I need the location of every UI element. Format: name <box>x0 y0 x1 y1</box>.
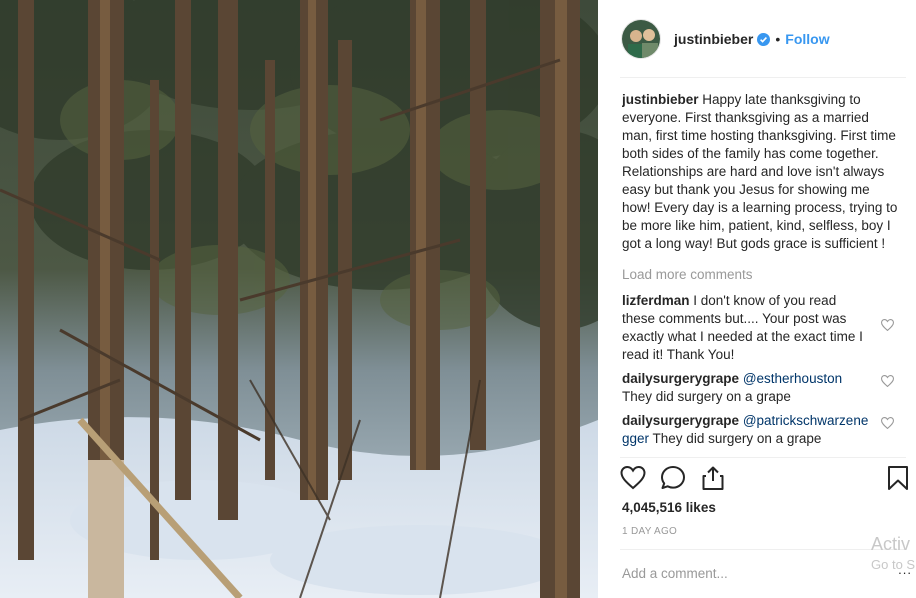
header-username[interactable]: justinbieber <box>674 31 753 47</box>
actions-divider <box>620 457 906 458</box>
comment-item: lizferdman I don't know of you read thes… <box>622 292 900 364</box>
add-comment-input[interactable] <box>622 566 862 581</box>
follow-button[interactable]: Follow <box>785 31 829 47</box>
watermark-line2: Go to S <box>871 557 916 572</box>
load-more-comments-button[interactable]: Load more comments <box>622 266 900 284</box>
caption-text: Happy late thanksgiving to everyone. Fir… <box>622 92 898 251</box>
post-actions <box>620 465 910 493</box>
comment-item: dailysurgerygrape @patrickschwarzenegger… <box>622 412 900 448</box>
post-caption: justinbieber Happy late thanksgiving to … <box>622 91 900 253</box>
avatar-image <box>622 20 660 58</box>
post-timestamp[interactable]: 1 DAY AGO <box>622 526 677 537</box>
heart-icon[interactable] <box>620 465 646 491</box>
comment-username[interactable]: dailysurgerygrape <box>622 413 739 428</box>
forest-image <box>0 0 598 598</box>
header-divider <box>620 77 906 78</box>
watermark-line1: Activ <box>871 534 911 554</box>
comment-like-icon[interactable] <box>880 318 895 332</box>
post-photo[interactable] <box>0 0 598 598</box>
add-comment-divider <box>620 549 906 550</box>
avatar[interactable] <box>621 19 661 59</box>
comment-mention[interactable]: @estherhouston <box>743 371 842 386</box>
bookmark-icon[interactable] <box>885 465 911 491</box>
comment-like-icon[interactable] <box>880 374 895 388</box>
header-separator: • <box>775 31 781 47</box>
verified-badge-icon <box>757 32 771 46</box>
comment-text: They did surgery on a grape <box>622 389 791 404</box>
comment-like-icon[interactable] <box>880 416 895 430</box>
caption-username[interactable]: justinbieber <box>622 92 699 107</box>
comments-list[interactable]: justinbieber Happy late thanksgiving to … <box>622 91 900 457</box>
share-icon[interactable] <box>700 465 726 491</box>
post-header: justinbieber • Follow <box>598 0 916 78</box>
comment-item: dailysurgerygrape @estherhouston They di… <box>622 370 900 406</box>
likes-count[interactable]: 4,045,516 likes <box>622 500 716 515</box>
comment-username[interactable]: lizferdman <box>622 293 690 308</box>
comment-bubble-icon[interactable] <box>660 465 686 491</box>
comment-text: They did surgery on a grape <box>652 431 822 446</box>
post-sidebar: justinbieber • Follow justinbieber Happy… <box>598 0 916 598</box>
comment-username[interactable]: dailysurgerygrape <box>622 371 739 386</box>
activate-windows-watermark: Activ Go to S <box>871 534 915 572</box>
